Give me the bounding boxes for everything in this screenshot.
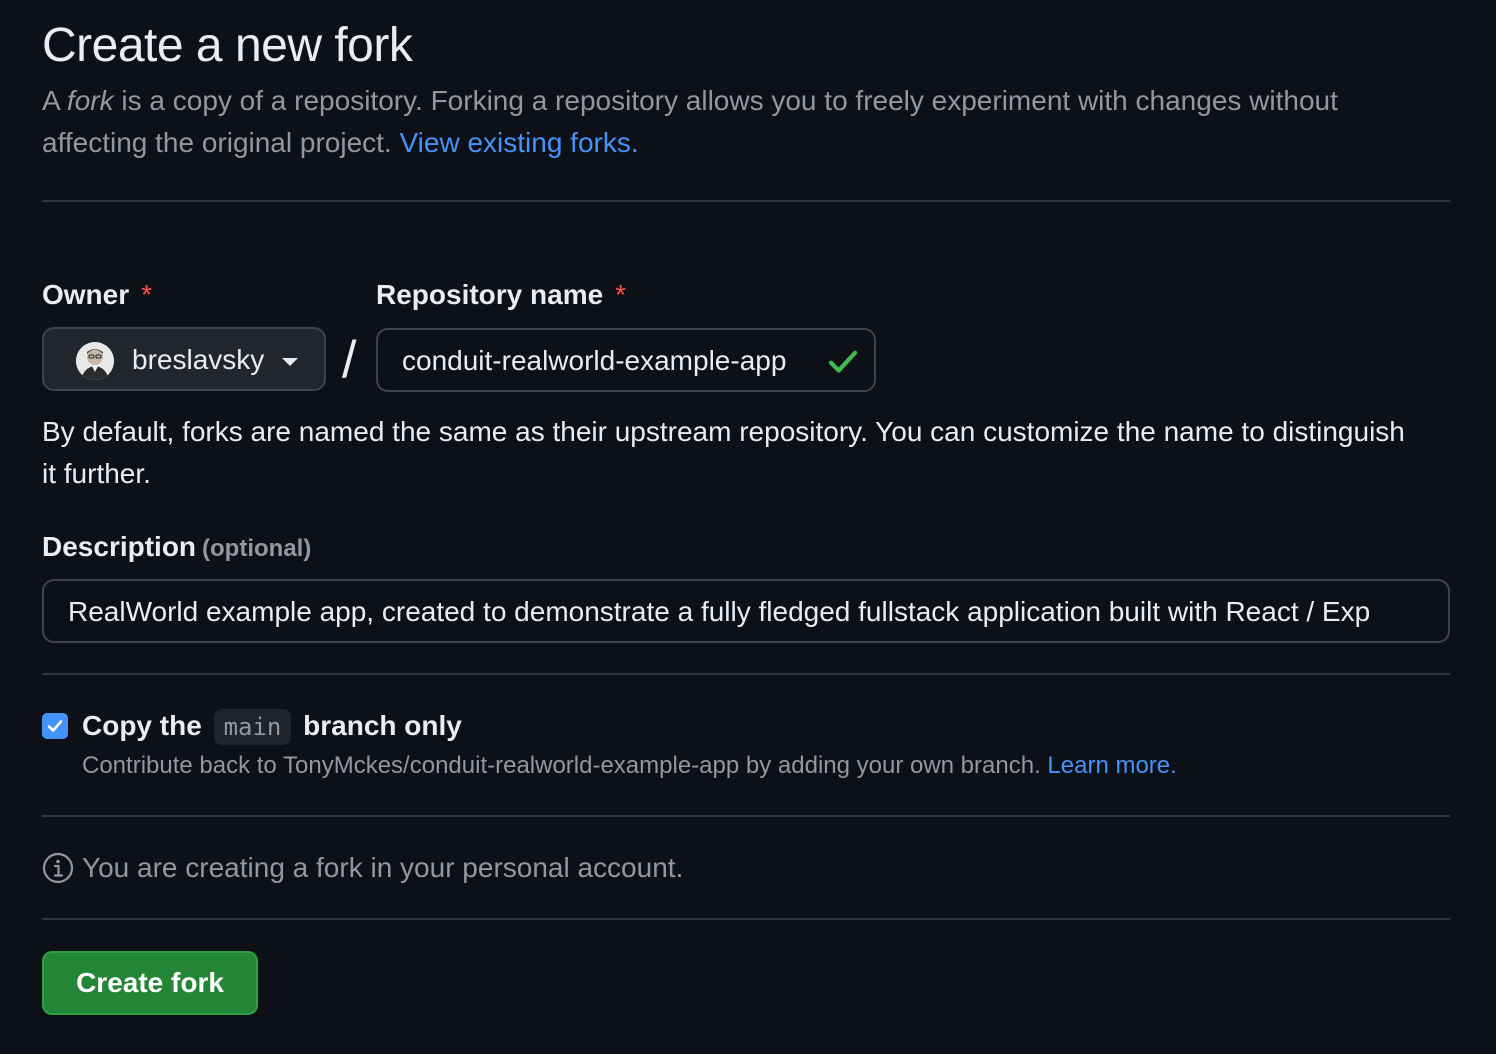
checkmark-icon: [47, 720, 63, 732]
avatar: [76, 342, 114, 380]
create-fork-button[interactable]: Create fork: [42, 951, 258, 1015]
check-icon: [828, 350, 858, 373]
intro-prefix: A: [42, 85, 67, 116]
divider: [42, 673, 1450, 675]
learn-more-link[interactable]: Learn more.: [1047, 752, 1176, 779]
chevron-down-icon: [282, 358, 298, 366]
owner-label: Owner *: [42, 278, 152, 312]
info-icon: [42, 852, 74, 884]
repository-required-mark: *: [615, 279, 627, 310]
description-value: RealWorld example app, created to demons…: [68, 596, 1371, 627]
intro-emphasis: fork: [66, 85, 114, 116]
owner-required-mark: *: [141, 279, 153, 310]
repository-name-label-text: Repository name: [376, 279, 604, 310]
repository-name-value: conduit-realworld-example-app: [402, 345, 787, 376]
copy-main-branch-checkbox[interactable]: [42, 713, 68, 739]
notice-text: You are creating a fork in your personal…: [82, 852, 684, 883]
description-label-text: Description: [42, 531, 197, 562]
personal-account-notice: You are creating a fork in your personal…: [42, 850, 683, 886]
copy-label-suffix: branch only: [303, 710, 462, 741]
branch-name-code: main: [213, 709, 292, 745]
owner-select[interactable]: breslavsky: [42, 327, 326, 391]
divider: [42, 200, 1450, 202]
intro-text: A fork is a copy of a repository. Forkin…: [42, 80, 1442, 164]
owner-label-text: Owner: [42, 279, 130, 310]
intro-body: is a copy of a repository. Forking a rep…: [42, 85, 1338, 158]
copy-branch-help-text: Contribute back to TonyMckes/conduit-rea…: [82, 752, 1048, 779]
description-label: Description (optional): [42, 530, 311, 566]
divider: [42, 815, 1450, 817]
copy-branch-help: Contribute back to TonyMckes/conduit-rea…: [82, 750, 1177, 782]
copy-main-branch-label[interactable]: Copy the main branch only: [82, 708, 462, 745]
owner-repo-separator: /: [342, 331, 357, 389]
avatar-image: [76, 342, 114, 380]
page-title: Create a new fork: [42, 19, 413, 72]
owner-name: breslavsky: [132, 344, 265, 375]
repository-naming-help: By default, forks are named the same as …: [42, 416, 1405, 489]
view-existing-forks-link[interactable]: View existing forks.: [399, 127, 638, 158]
copy-label-prefix: Copy the: [82, 710, 202, 741]
repository-name-label: Repository name *: [376, 278, 626, 312]
repository-name-input[interactable]: conduit-realworld-example-app: [376, 328, 876, 392]
divider: [42, 918, 1450, 920]
description-optional-tag: (optional): [202, 535, 312, 562]
description-input[interactable]: RealWorld example app, created to demons…: [42, 579, 1450, 643]
